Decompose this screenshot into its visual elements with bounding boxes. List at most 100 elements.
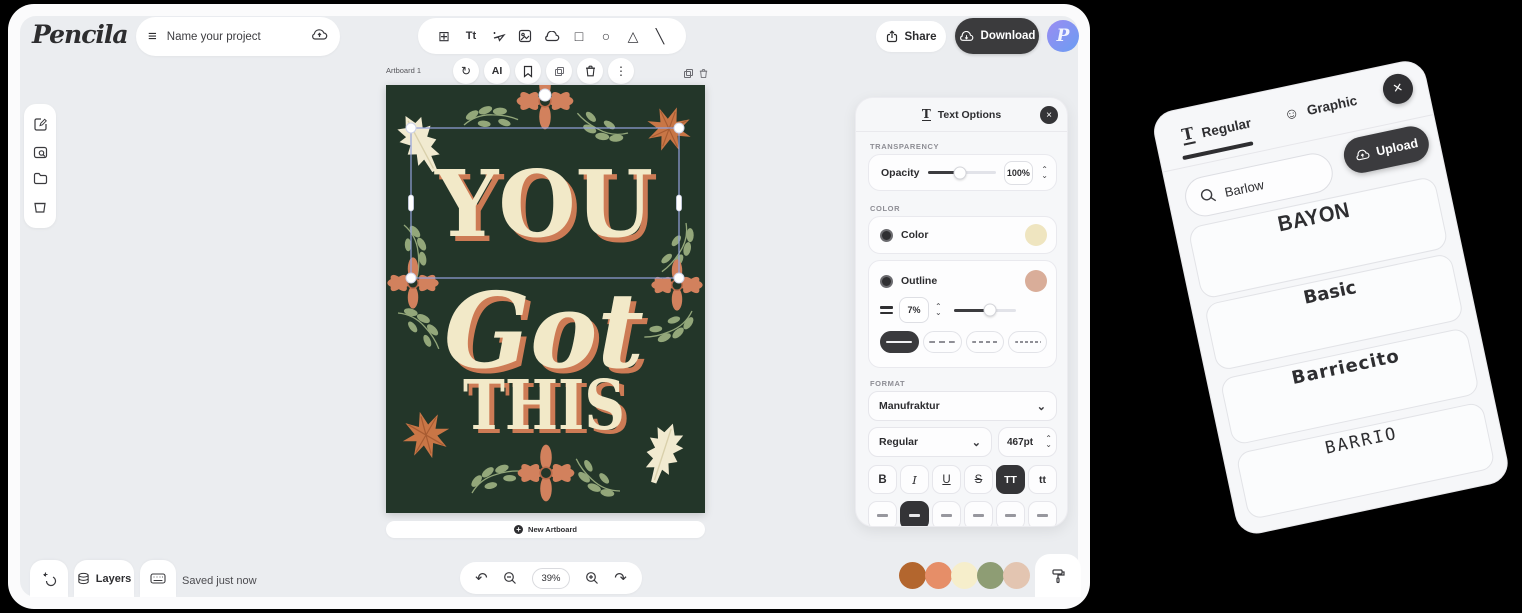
stroke-width-icon <box>880 306 893 314</box>
trash-bin-icon[interactable] <box>33 200 48 215</box>
project-name-field[interactable]: ≡ Name your project <box>136 17 340 56</box>
undo-button[interactable]: ↶ <box>475 569 488 587</box>
handle-top-right[interactable] <box>674 123 684 133</box>
artboard-label[interactable]: Artboard 1 <box>386 66 421 75</box>
fill-color-card[interactable]: Color <box>868 216 1057 254</box>
search-icon <box>1199 186 1218 205</box>
text-options-icon: T <box>922 108 931 121</box>
swatch-cream[interactable] <box>951 562 978 589</box>
document-color-swatches <box>899 562 1029 589</box>
stroke-style-solid[interactable] <box>880 331 919 353</box>
swatch-salmon[interactable] <box>925 562 952 589</box>
swatch-sage[interactable] <box>977 562 1004 589</box>
handle-right[interactable] <box>677 195 682 211</box>
user-avatar[interactable]: P <box>1047 20 1079 52</box>
zoom-in-button[interactable] <box>585 571 599 585</box>
cloud-save-icon[interactable] <box>311 28 328 46</box>
edit-icon[interactable] <box>33 117 48 132</box>
opacity-slider[interactable] <box>928 171 996 174</box>
zoom-out-button[interactable] <box>503 571 517 585</box>
keyboard-icon <box>150 573 166 584</box>
layers-label: Layers <box>96 573 131 585</box>
strikethrough-button[interactable]: S <box>964 465 993 494</box>
outline-width-stepper[interactable]: ⌃⌄ <box>935 304 942 316</box>
transparency-section-label: TRANSPARENCY <box>870 142 939 151</box>
lowercase-button[interactable]: tt <box>1028 465 1057 494</box>
text-tool-icon[interactable]: Tt <box>461 26 481 46</box>
opacity-value[interactable]: 100% <box>1004 161 1034 185</box>
more-options-button[interactable]: ⋮ <box>608 58 634 84</box>
align-justify-button[interactable] <box>964 501 993 527</box>
handle-bottom-right[interactable] <box>674 273 684 283</box>
layout-tool-icon[interactable]: ⊞ <box>434 26 454 46</box>
tab-graphic[interactable]: ☺ Graphic <box>1282 91 1358 123</box>
select-tool-icon[interactable] <box>488 26 508 46</box>
folder-icon[interactable] <box>33 172 48 187</box>
tab-regular[interactable]: T Regular <box>1180 113 1252 145</box>
duplicate-button[interactable] <box>546 58 572 84</box>
regenerate-button[interactable]: ↻ <box>453 58 479 84</box>
align-bottom-button[interactable] <box>1028 501 1057 527</box>
uppercase-button[interactable]: TT <box>996 465 1025 494</box>
shortcuts-tab[interactable] <box>140 560 176 597</box>
share-button[interactable]: Share <box>876 21 946 52</box>
poster-artboard[interactable]: YOU YOU Got Got THIS THIS <box>386 85 705 513</box>
swatch-blush[interactable] <box>1003 562 1030 589</box>
font-style-value: Regular <box>879 436 918 448</box>
underline-button[interactable]: U <box>932 465 961 494</box>
save-status: Saved just now <box>182 575 257 587</box>
menu-icon[interactable]: ≡ <box>148 28 157 45</box>
close-panel-button[interactable]: × <box>1040 106 1058 124</box>
handle-top-left[interactable] <box>406 123 416 133</box>
color-tools-tab[interactable] <box>1035 554 1081 597</box>
text-style-buttons: B I U S TT tt <box>868 465 1057 494</box>
handle-left[interactable] <box>409 195 414 211</box>
delete-button[interactable] <box>577 58 603 84</box>
project-name-placeholder[interactable]: Name your project <box>167 31 301 43</box>
outline-width-value[interactable]: 7% <box>899 297 929 323</box>
templates-icon[interactable] <box>33 145 48 160</box>
outline-color-swatch[interactable] <box>1025 270 1047 292</box>
align-right-button[interactable] <box>932 501 961 527</box>
fill-color-swatch[interactable] <box>1025 224 1047 246</box>
close-font-panel-button[interactable]: × <box>1380 71 1416 107</box>
stroke-style-dashed[interactable] <box>923 331 962 353</box>
italic-button[interactable]: I <box>900 465 929 494</box>
ai-button[interactable]: AI <box>484 58 510 84</box>
rotate-handle[interactable] <box>539 89 551 101</box>
stroke-style-dotted[interactable] <box>966 331 1005 353</box>
add-element-tab[interactable] <box>30 560 68 597</box>
font-size-stepper[interactable]: ⌃⌄ <box>1045 436 1052 448</box>
bookmark-button[interactable] <box>515 58 541 84</box>
swatch-orange[interactable] <box>899 562 926 589</box>
ellipse-tool-icon[interactable]: ○ <box>596 26 616 46</box>
cloud-tool-icon[interactable] <box>542 26 562 46</box>
plus-icon: + <box>514 525 523 534</box>
zoom-level[interactable]: 39% <box>532 568 570 589</box>
layers-tab[interactable]: Layers <box>74 560 134 597</box>
handle-bottom-left[interactable] <box>406 273 416 283</box>
align-left-button[interactable] <box>868 501 897 527</box>
poster-headline[interactable]: YOU YOU Got Got THIS THIS <box>434 150 658 450</box>
copy-artboard-icon[interactable] <box>684 69 693 78</box>
redo-button[interactable]: ↷ <box>614 569 627 587</box>
delete-artboard-icon[interactable] <box>699 68 708 79</box>
triangle-tool-icon[interactable]: △ <box>623 26 643 46</box>
align-top-button[interactable] <box>996 501 1025 527</box>
opacity-label: Opacity <box>881 167 920 179</box>
new-artboard-button[interactable]: + New Artboard <box>386 521 705 538</box>
stroke-style-fine-dashed[interactable] <box>1008 331 1047 353</box>
font-family-select[interactable]: Manufraktur ⌄ <box>868 391 1057 421</box>
bold-button[interactable]: B <box>868 465 897 494</box>
align-center-button[interactable] <box>900 501 929 527</box>
rectangle-tool-icon[interactable]: □ <box>569 26 589 46</box>
font-picker-panel: × T Regular ☺ Graphic Barlow Upload BAYO… <box>1150 57 1512 537</box>
font-style-select[interactable]: Regular ⌄ <box>868 427 992 457</box>
opacity-stepper[interactable]: ⌃⌄ <box>1041 167 1048 179</box>
font-size-field[interactable]: 467pt ⌃⌄ <box>998 427 1057 457</box>
line-tool-icon[interactable]: ╲ <box>650 26 670 46</box>
outline-width-slider[interactable] <box>954 309 1016 312</box>
chevron-down-icon: ⌄ <box>972 436 981 449</box>
download-button[interactable]: Download <box>955 18 1039 54</box>
image-tool-icon[interactable] <box>515 26 535 46</box>
